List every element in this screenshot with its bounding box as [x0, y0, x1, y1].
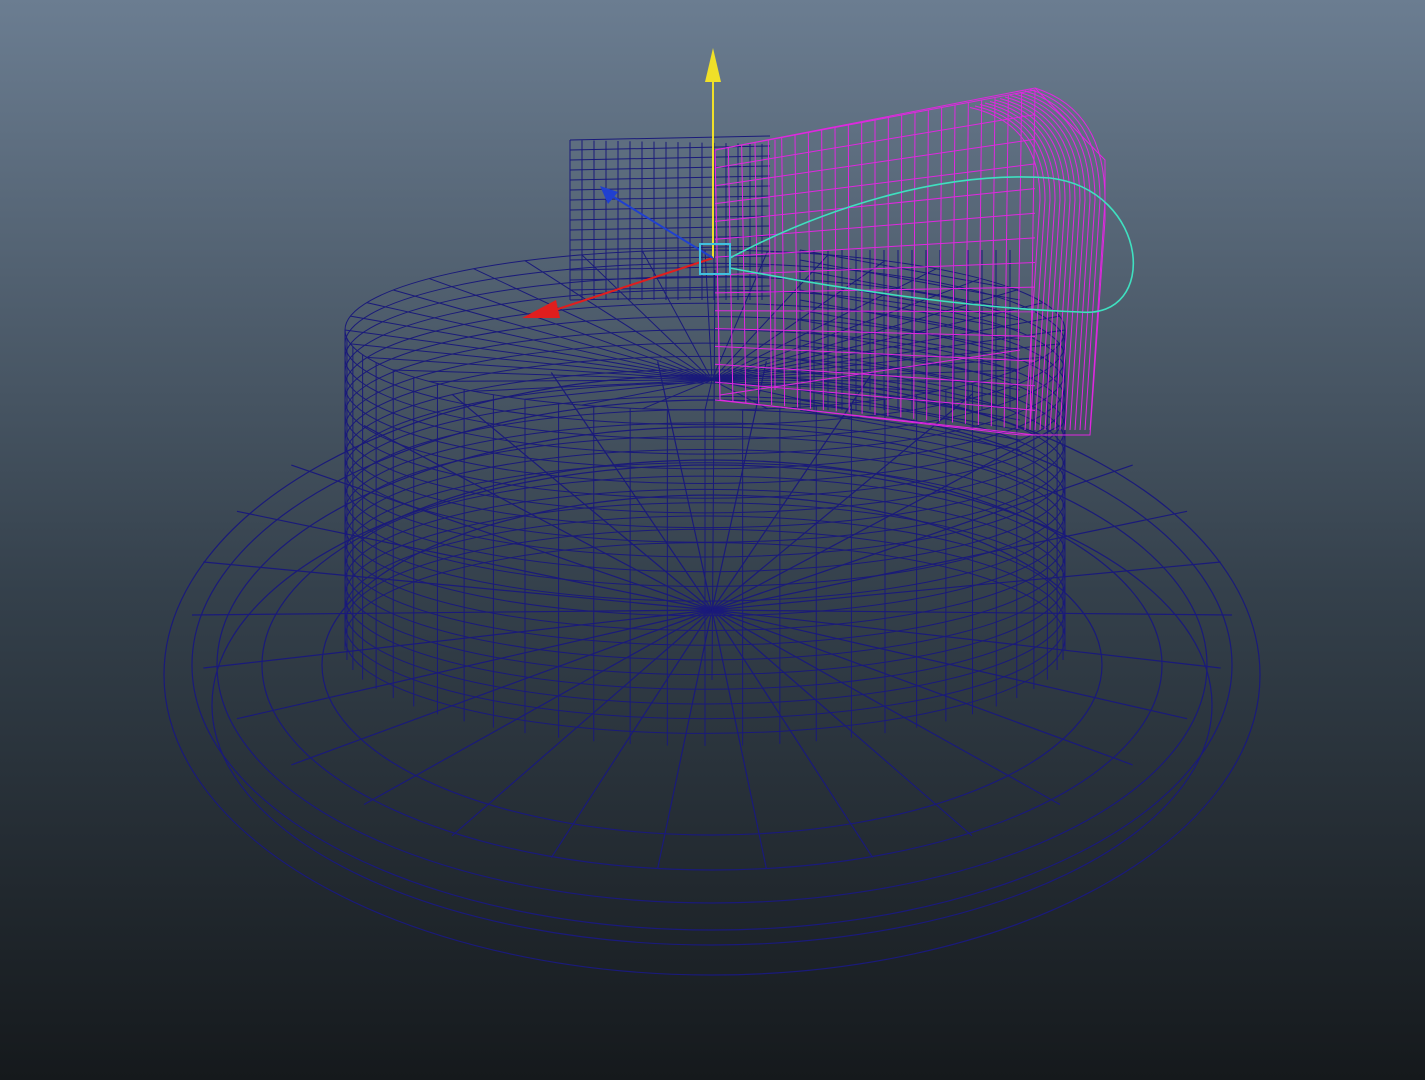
plate-spoke	[711, 609, 1061, 806]
slice-grid-line	[847, 124, 850, 413]
slice-grid-line	[794, 134, 798, 408]
cake-tower-line	[569, 195, 771, 201]
plate-spoke	[711, 609, 874, 858]
x-axis-arrow-icon	[522, 300, 560, 318]
cake-tower-line	[569, 235, 771, 241]
y-axis-arrow-icon	[705, 48, 721, 82]
plate-spoke	[711, 609, 767, 869]
cake-tower-line	[569, 295, 771, 301]
cake-tower-line	[569, 245, 771, 251]
cake-side-line	[799, 379, 1021, 421]
slice-grid-line	[714, 310, 1036, 313]
cake-tower-line	[569, 135, 771, 141]
plate-spoke	[711, 510, 1188, 611]
plate-spoke	[203, 609, 713, 669]
3d-viewport[interactable]	[0, 0, 1425, 1080]
plate-spoke	[451, 609, 713, 837]
plate-spoke	[711, 393, 973, 611]
cake-top-radial	[704, 379, 713, 411]
cake-side-line	[799, 319, 1021, 361]
cake-tower-line	[569, 165, 771, 171]
plate-spoke	[711, 609, 1221, 669]
slice-grid-line	[807, 132, 811, 409]
cake-tower-line	[569, 215, 771, 221]
cake-tower-line	[569, 285, 771, 291]
plate-spoke	[711, 609, 1233, 616]
slice-grid-line	[900, 114, 903, 418]
cake-side-line	[799, 369, 1021, 411]
cake-body-wireframe[interactable]	[344, 135, 1066, 746]
cake-tower-line	[569, 175, 771, 181]
slice-grid-line	[834, 127, 837, 412]
slice-corner-band	[979, 104, 1051, 431]
plate-spoke	[657, 609, 713, 869]
cake-side-line	[799, 349, 1021, 391]
cake-tower-line	[569, 225, 771, 231]
cake-top-radial	[429, 379, 713, 382]
plate-spoke	[711, 609, 973, 837]
plate-spoke	[363, 609, 713, 806]
cake-top-radial	[704, 249, 713, 381]
cake-tower-line	[569, 155, 771, 161]
x-axis-line	[554, 257, 714, 311]
slice-grid-line	[821, 129, 824, 411]
slice-grid-line	[1016, 92, 1023, 429]
cake-tower-line	[569, 255, 771, 261]
cake-tower-line	[569, 205, 771, 211]
slice-corner-band	[1014, 93, 1086, 431]
cake-side-line	[799, 289, 1021, 331]
slice-grid-line	[977, 99, 983, 426]
scene-wireframe	[163, 48, 1261, 976]
cake-side-line	[799, 329, 1021, 371]
cake-top-radial	[429, 278, 713, 381]
cake-tower-line	[569, 185, 771, 191]
cake-tower-line	[569, 145, 771, 151]
